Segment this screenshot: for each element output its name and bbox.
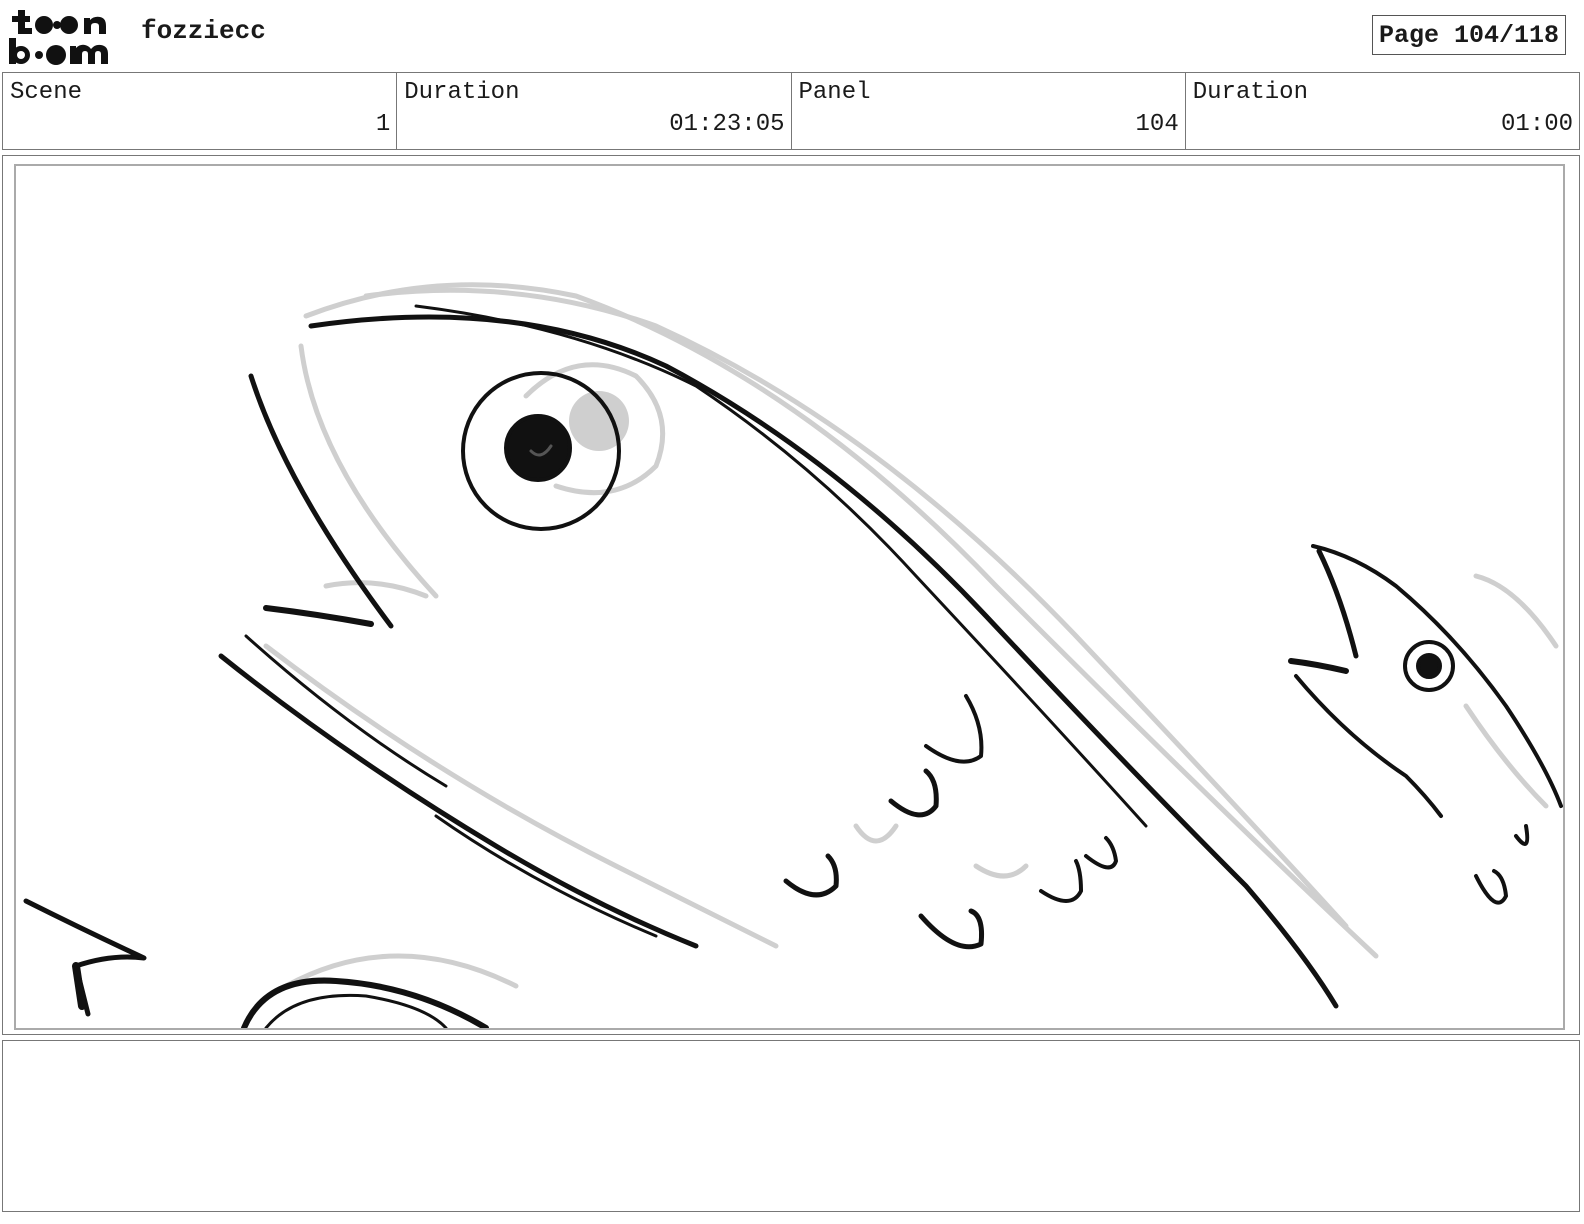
scene-value: 1 — [375, 111, 391, 138]
panel-duration-value: 01:00 — [1500, 111, 1573, 138]
panel-value: 104 — [1135, 111, 1179, 138]
fish-sketch — [23, 282, 1563, 1028]
panel-info-row: Scene 1 Duration 01:23:05 Panel 104 Dura… — [2, 72, 1580, 150]
project-name: fozziecc — [141, 16, 266, 46]
toonboom-logo — [6, 6, 120, 68]
scene-cell: Scene 1 — [3, 73, 398, 149]
page-label: Page 104/118 — [1378, 20, 1559, 50]
scene-duration-value: 01:23:05 — [669, 111, 785, 138]
panel-image — [14, 164, 1565, 1030]
scene-duration-cell: Duration 01:23:05 — [397, 73, 792, 149]
panel-cell: Panel 104 — [792, 73, 1186, 149]
panel-label: Panel — [798, 79, 871, 106]
scene-label: Scene — [10, 79, 83, 106]
page-indicator: Page 104/118 — [1371, 15, 1566, 55]
scene-duration-label: Duration — [404, 79, 520, 106]
panel-duration-label: Duration — [1192, 79, 1308, 106]
panel-notes-area — [2, 1040, 1580, 1212]
panel-frame — [2, 155, 1580, 1035]
panel-duration-cell: Duration 01:00 — [1186, 73, 1579, 149]
